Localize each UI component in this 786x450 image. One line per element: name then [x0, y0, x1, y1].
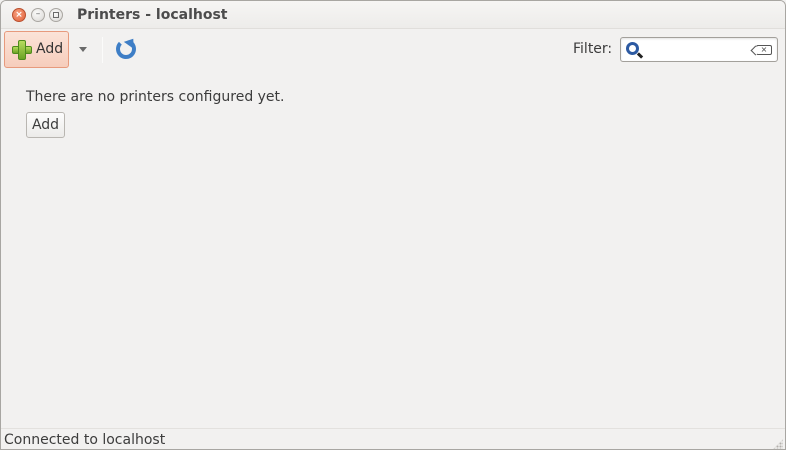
filter-field[interactable]: × [620, 37, 778, 62]
empty-message: There are no printers configured yet. [26, 89, 285, 105]
title-bar[interactable]: × – Printers - localhost [1, 1, 785, 29]
add-printer-toolbar-button[interactable]: Add [4, 31, 69, 68]
resize-grip-icon[interactable] [773, 439, 783, 449]
refresh-icon[interactable] [116, 39, 136, 59]
filter-input[interactable] [643, 40, 753, 59]
printers-window: × – Printers - localhost Add Filter: × T… [0, 0, 786, 450]
toolbar-separator [102, 37, 103, 63]
status-text: Connected to localhost [4, 432, 166, 448]
chevron-down-icon[interactable] [79, 47, 87, 52]
clear-icon[interactable]: × [756, 45, 772, 55]
toolbar: Add Filter: × [1, 29, 785, 71]
minimize-icon[interactable]: – [31, 8, 45, 22]
plus-icon [12, 40, 32, 60]
add-toolbar-label: Add [36, 41, 64, 57]
filter-label: Filter: [573, 41, 613, 57]
window-title: Printers - localhost [77, 7, 228, 23]
printer-list-area: There are no printers configured yet. Ad… [1, 71, 785, 427]
status-bar: Connected to localhost [1, 428, 785, 449]
search-icon [626, 42, 639, 55]
add-printer-button[interactable]: Add [26, 112, 65, 138]
close-icon[interactable]: × [12, 8, 26, 22]
maximize-icon[interactable] [49, 8, 63, 22]
